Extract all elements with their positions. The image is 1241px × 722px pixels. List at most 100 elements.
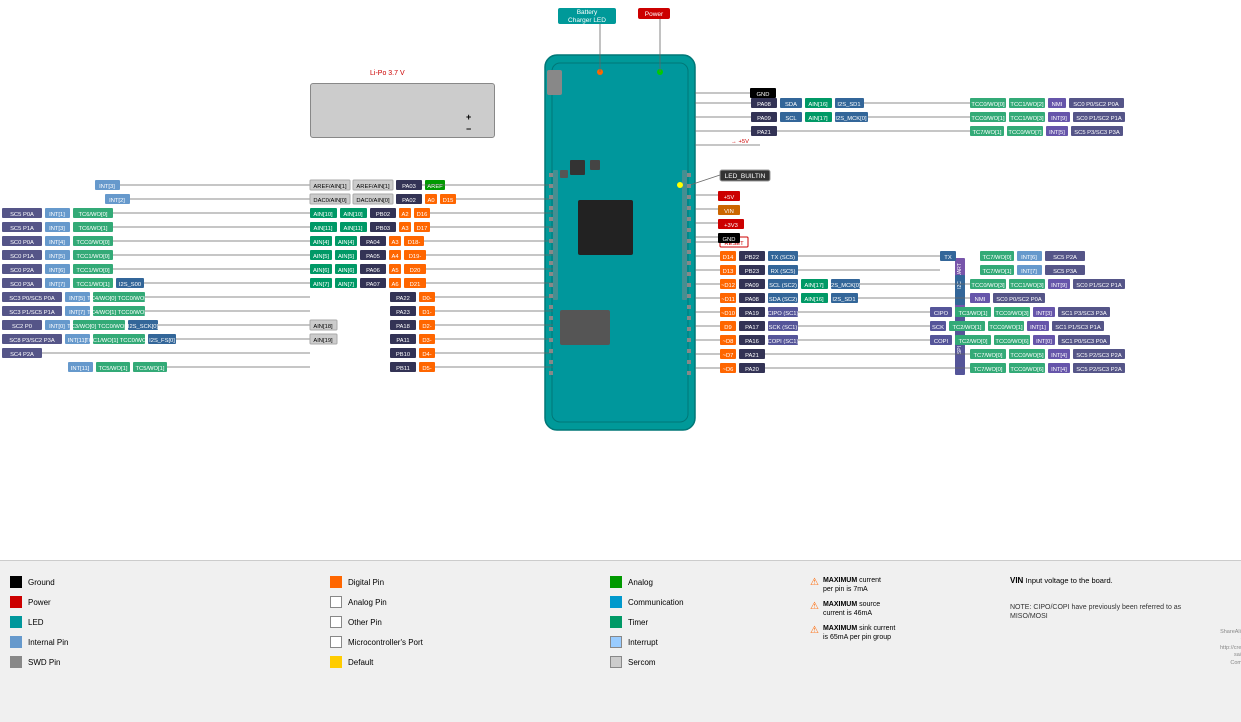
legend-item-sercom: Sercom [610,656,790,668]
svg-text:PA08: PA08 [745,297,759,303]
legend-label-micro-port: Microcontroller's Port [348,638,423,647]
legend-color-ground [10,576,22,588]
legend-item-ground: Ground [10,576,310,588]
svg-text:AIN[5]: AIN[5] [338,254,354,260]
svg-text:PA21: PA21 [757,130,771,136]
legend-label-power: Power [28,598,51,607]
svg-text:Battery: Battery [577,9,598,16]
svg-text:LED_BUILTIN: LED_BUILTIN [725,173,766,180]
legend-color-power [10,596,22,608]
svg-text:D18-: D18- [408,240,421,246]
svg-text:→ +5V: → +5V [731,139,749,145]
svg-text:~D8: ~D8 [723,339,734,345]
svg-text:A5: A5 [391,268,398,274]
svg-text:SC0 P1/SC2 P1A: SC0 P1/SC2 P1A [1076,283,1122,289]
svg-text:DAC0/AIN[0]: DAC0/AIN[0] [356,198,390,204]
svg-text:RX (SC5): RX (SC5) [771,269,796,275]
svg-text:INT[11]: INT[11] [71,366,90,372]
legend-color-timer [610,616,622,628]
svg-text:AIN[19]: AIN[19] [313,338,333,344]
legend-color-default [330,656,342,668]
legend-item-default: Default [330,656,590,668]
vin-section: VIN Input voltage to the board. NOTE: CI… [1000,561,1210,722]
svg-text:SC5 P2/SC3 P2A: SC5 P2/SC3 P2A [1076,353,1122,359]
svg-text:INT[3]: INT[3] [49,226,65,232]
svg-text:SCL (SC2): SCL (SC2) [769,283,797,289]
svg-text:TC6/WO[1]: TC6/WO[1] [79,226,108,232]
legend-color-swd-pin [10,656,22,668]
svg-text:PA07: PA07 [366,282,380,288]
legend-color-analog-pin [330,596,342,608]
svg-text:SC5 P1A: SC5 P1A [10,226,34,232]
warning-text-3: MAXIMUM sink currentis 65mA per pin grou… [823,624,895,642]
svg-text:INT[1]: INT[1] [49,212,65,218]
svg-text:D16: D16 [417,212,428,218]
svg-text:SC5 P3/SC3 P3A: SC5 P3/SC3 P3A [1074,130,1120,136]
svg-text:D9: D9 [724,325,731,331]
legend-label-interrupt: Interrupt [628,638,658,647]
svg-text:PA04: PA04 [366,240,381,246]
svg-text:PA05: PA05 [366,254,380,260]
svg-text:SC1 P3/SC3 P3A: SC1 P3/SC3 P3A [1061,311,1107,317]
svg-text:PA17: PA17 [745,325,759,331]
legend-color-communication [610,596,622,608]
svg-text:AIN[16]: AIN[16] [804,297,824,303]
legend-color-micro-port [330,636,342,648]
svg-text:SC5 P2A: SC5 P2A [1053,255,1077,261]
legend-section-2: Digital Pin Analog Pin Other Pin Microco… [320,561,600,722]
footer: Ground Power LED Internal Pin SWD Pin Di… [0,560,1241,722]
svg-text:AREF: AREF [427,184,443,190]
svg-text:PA06: PA06 [366,268,380,274]
svg-text:A2: A2 [401,212,408,218]
svg-text:INT[5]: INT[5] [1049,130,1065,136]
legend-item-analog: Analog [610,576,790,588]
svg-text:INT[7]: INT[7] [69,310,85,316]
svg-text:D20: D20 [410,268,421,274]
legend-item-power: Power [10,596,310,608]
warning-icon-1: ⚠ [810,576,819,589]
svg-text:AREF/AIN[1]: AREF/AIN[1] [356,184,390,190]
svg-text:D3-: D3- [422,338,431,344]
svg-text:PA21: PA21 [745,353,759,359]
svg-text:TCC0/WO[6]: TCC0/WO[6] [1010,367,1044,373]
svg-text:AIN[4]: AIN[4] [338,240,354,246]
svg-text:D4-: D4- [422,352,431,358]
svg-text:+5V: +5V [724,195,735,201]
svg-text:SC3 P0/SC5 P0A: SC3 P0/SC5 P0A [9,296,55,302]
legend-item-led: LED [10,616,310,628]
svg-text:TCC1/WO[3]: TCC1/WO[3] [1010,116,1044,122]
svg-text:TC2/WO[0]: TC2/WO[0] [959,339,988,345]
battery-minus: − [466,124,471,134]
legend-item-swd-pin: SWD Pin [10,656,310,668]
warning-text-1: MAXIMUM currentper pin is 7mA [823,576,881,594]
svg-text:CIPO (SC1): CIPO (SC1) [768,311,799,317]
legend-label-ground: Ground [28,578,55,587]
license-text: This work is licensed under the Creative… [1220,614,1241,676]
svg-text:Charger LED: Charger LED [568,17,606,24]
svg-text:TC6/WO[0]: TC6/WO[0] [79,212,108,218]
svg-text:+3V3: +3V3 [724,223,738,229]
svg-text:INT[0]: INT[0] [1036,339,1052,345]
svg-text:SC0 P0/SC2 P0A: SC0 P0/SC2 P0A [1073,102,1119,108]
svg-text:AIN[18]: AIN[18] [313,324,333,330]
legend-section-3: Analog Communication Timer Interrupt Ser… [600,561,800,722]
svg-text:AIN[6]: AIN[6] [313,268,329,274]
svg-text:D1-: D1- [422,310,431,316]
svg-text:D0-: D0- [422,296,431,302]
svg-text:D15: D15 [443,198,454,204]
svg-text:I2S_SD1: I2S_SD1 [837,102,860,108]
svg-text:SCL: SCL [785,116,797,122]
svg-text:A3: A3 [391,240,398,246]
svg-text:PA03: PA03 [402,184,416,190]
legend-color-internal-pin [10,636,22,648]
vin-label: VIN [1010,576,1023,585]
svg-text:SC3 P1/SC5 P1A: SC3 P1/SC5 P1A [9,310,55,316]
battery-label: Li-Po 3.7 V [370,70,405,77]
svg-text:INT[1]: INT[1] [1030,325,1046,331]
svg-text:TCC1/WO[2]: TCC1/WO[2] [1010,102,1044,108]
svg-text:A3: A3 [401,226,408,232]
svg-text:PB03: PB03 [376,226,390,232]
svg-text:NMI: NMI [1052,102,1063,108]
svg-text:TC7/WO[1]: TC7/WO[1] [973,130,1002,136]
svg-text:I2S_S00: I2S_S00 [119,282,141,288]
